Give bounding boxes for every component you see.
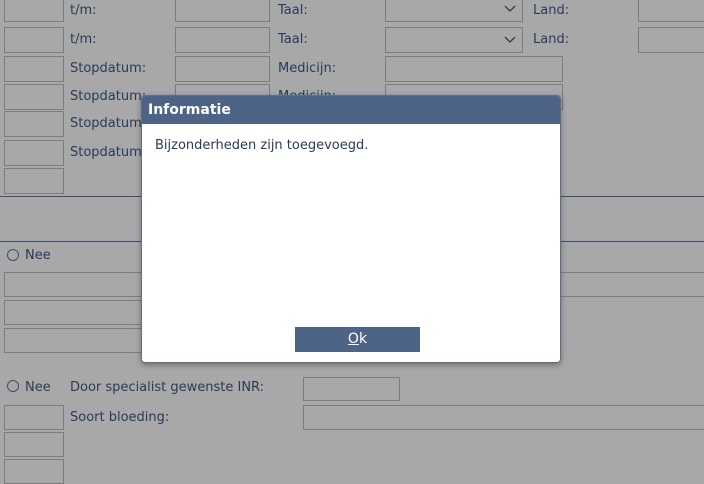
ok-button[interactable]: Ok [295,327,420,352]
row3-medicijn-field[interactable] [385,56,563,82]
inr-label: Door specialist gewenste INR: [70,380,265,395]
row3-field-a[interactable] [4,56,64,82]
row4-field-a[interactable] [4,84,64,110]
row3-stopdatum-field[interactable] [175,56,270,82]
row6-stopdatum-label: Stopdatum [70,145,142,160]
row5-stopdatum-label: Stopdatum [70,116,142,131]
ok-button-label: k [358,331,368,347]
info-dialog: Informatie Bijzonderheden zijn toegevoeg… [141,95,561,363]
radio-nee[interactable] [7,249,19,261]
dialog-message: Bijzonderheden zijn toegevoegd. [155,138,369,153]
row2-land-label: Land: [533,32,570,47]
row2-field-a[interactable] [4,27,64,53]
wide-field-3[interactable] [4,328,144,353]
row1-taal-label: Taal: [278,3,308,18]
dialog-title: Informatie [142,96,560,124]
bloeding-field[interactable] [303,405,704,430]
chevron-down-icon [504,36,516,43]
row1-tm-field[interactable] [175,0,270,22]
row2-land-field[interactable] [638,27,704,53]
row7-field-a[interactable] [4,168,64,194]
row4-stopdatum-label: Stopdatum: [70,89,147,104]
row2-taal-select[interactable] [385,27,523,53]
wide-field-2[interactable] [4,300,144,325]
bottom-field-b[interactable] [4,459,64,484]
row1-land-field[interactable] [638,0,704,22]
row3-stopdatum-label: Stopdatum: [70,61,147,76]
ok-button-accesskey: O [347,331,359,347]
radio-nee-label: Nee [25,248,51,263]
row2-taal-label: Taal: [278,32,308,47]
row1-taal-select[interactable] [385,0,523,22]
row2-tm-label: t/m: [70,32,97,47]
row2-tm-field[interactable] [175,27,270,53]
inr-field[interactable] [303,377,400,401]
row3-medicijn-label: Medicijn: [278,61,337,76]
row5-field-a[interactable] [4,111,64,137]
bloeding-field-a[interactable] [4,405,64,430]
row6-field-a[interactable] [4,140,64,166]
radio-nee[interactable] [7,380,19,392]
row1-tm-label: t/m: [70,3,97,18]
chevron-down-icon [504,5,516,12]
radio-nee-label: Nee [25,380,51,395]
bloeding-label: Soort bloeding: [70,410,170,425]
row1-land-label: Land: [533,3,570,18]
row1-field-a[interactable] [4,0,64,22]
bottom-field-a[interactable] [4,432,64,457]
